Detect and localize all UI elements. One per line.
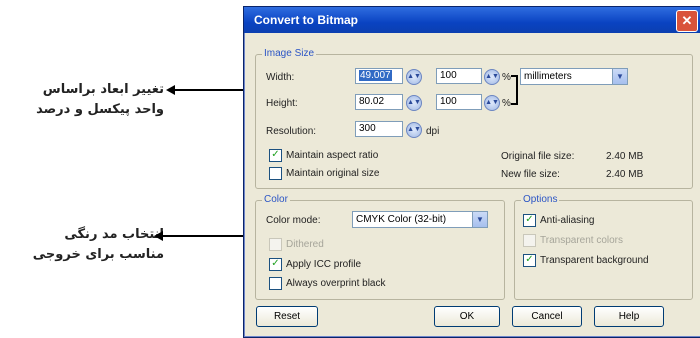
- check-icon: ✓: [523, 254, 536, 267]
- width-percent-spinner-icon[interactable]: ▲▼: [484, 69, 500, 85]
- overprint-black-label: Always overprint black: [286, 278, 386, 289]
- anti-aliasing-label: Anti-aliasing: [540, 215, 595, 226]
- help-button[interactable]: Help: [594, 306, 664, 327]
- height-percent-spinner-icon[interactable]: ▲▼: [484, 95, 500, 111]
- height-label: Height:: [266, 98, 298, 109]
- maintain-aspect-checkbox[interactable]: ✓ Maintain aspect ratio: [269, 149, 378, 162]
- original-size-label: Original file size:: [501, 151, 575, 162]
- options-group: Options ✓ Anti-aliasing Transparent colo…: [514, 194, 693, 300]
- annotation-arrow-resize: [166, 85, 244, 95]
- anti-aliasing-checkbox[interactable]: ✓ Anti-aliasing: [523, 214, 594, 227]
- dithered-checkbox[interactable]: Dithered: [269, 238, 324, 251]
- resolution-input[interactable]: 300: [355, 121, 403, 137]
- width-spinner-icon[interactable]: ▲▼: [406, 69, 422, 85]
- transparent-colors-label: Transparent colors: [540, 235, 623, 246]
- dithered-label: Dithered: [286, 239, 324, 250]
- chevron-down-icon[interactable]: ▼: [612, 69, 627, 84]
- maintain-aspect-label: Maintain aspect ratio: [286, 150, 379, 161]
- width-percent-unit: %: [502, 72, 511, 83]
- cancel-button[interactable]: Cancel: [512, 306, 582, 327]
- apply-icc-label: Apply ICC profile: [286, 259, 362, 270]
- transparent-colors-checkbox[interactable]: Transparent colors: [523, 234, 623, 247]
- new-size-value: 2.40 MB: [606, 169, 644, 180]
- check-icon: ✓: [523, 214, 536, 227]
- maintain-original-checkbox[interactable]: Maintain original size: [269, 167, 379, 180]
- new-size-label: New file size:: [501, 169, 560, 180]
- link-bracket: [511, 75, 518, 105]
- resolution-spinner-icon[interactable]: ▲▼: [406, 122, 422, 138]
- annotation-color-line2: مناسب برای خروجی: [32, 246, 164, 262]
- maintain-original-label: Maintain original size: [286, 168, 380, 179]
- resolution-label: Resolution:: [266, 126, 317, 137]
- color-legend: Color: [262, 194, 290, 205]
- image-size-legend: Image Size: [262, 48, 317, 59]
- color-mode-dropdown[interactable]: CMYK Color (32-bit) ▼: [352, 211, 488, 228]
- annotation-resize: تغییر ابعاد براساس واحد پیکسل و درصد: [14, 80, 164, 119]
- color-mode-value: CMYK Color (32-bit): [356, 214, 447, 225]
- reset-button[interactable]: Reset: [256, 306, 318, 327]
- units-value: millimeters: [524, 71, 572, 82]
- convert-to-bitmap-dialog: Convert to Bitmap ✕ Image Size Width: 49…: [243, 6, 700, 338]
- ok-button[interactable]: OK: [434, 306, 500, 327]
- unchecked-box-icon: [523, 234, 536, 247]
- chevron-down-icon[interactable]: ▼: [472, 212, 487, 227]
- width-percent-input[interactable]: 100: [436, 68, 482, 84]
- height-percent-unit: %: [502, 98, 511, 109]
- dialog-title: Convert to Bitmap: [254, 13, 359, 27]
- width-input[interactable]: 49.007: [355, 68, 403, 84]
- resolution-unit: dpi: [426, 126, 440, 137]
- original-size-value: 2.40 MB: [606, 151, 644, 162]
- color-mode-label: Color mode:: [266, 215, 321, 226]
- annotation-resize-line2: واحد پیکسل و درصد: [36, 101, 164, 117]
- height-percent-input[interactable]: 100: [436, 94, 482, 110]
- width-label: Width:: [266, 72, 295, 83]
- unchecked-box-icon: [269, 238, 282, 251]
- transparent-background-checkbox[interactable]: ✓ Transparent background: [523, 254, 649, 267]
- close-icon[interactable]: ✕: [676, 10, 698, 32]
- annotation-resize-line1: تغییر ابعاد براساس: [42, 82, 164, 97]
- title-bar: Convert to Bitmap ✕: [244, 7, 700, 33]
- annotation-color: انتخاب مد رنگی مناسب برای خروجی: [14, 225, 164, 264]
- color-group: Color Color mode: CMYK Color (32-bit) ▼ …: [255, 194, 505, 300]
- image-size-group: Image Size Width: 49.007 ▲▼ 100 ▲▼ % mil…: [255, 48, 693, 189]
- height-spinner-icon[interactable]: ▲▼: [406, 95, 422, 111]
- units-dropdown[interactable]: millimeters ▼: [520, 68, 628, 85]
- transparent-background-label: Transparent background: [540, 255, 649, 266]
- apply-icc-checkbox[interactable]: ✓ Apply ICC profile: [269, 258, 361, 271]
- overprint-black-checkbox[interactable]: Always overprint black: [269, 277, 385, 290]
- unchecked-box-icon: [269, 167, 282, 180]
- height-input[interactable]: 80.02: [355, 94, 403, 110]
- annotation-color-line1: انتخاب مد رنگی: [64, 227, 164, 242]
- check-icon: ✓: [269, 258, 282, 271]
- unchecked-box-icon: [269, 277, 282, 290]
- annotation-arrow-color: [154, 231, 244, 241]
- options-legend: Options: [521, 194, 560, 205]
- check-icon: ✓: [269, 149, 282, 162]
